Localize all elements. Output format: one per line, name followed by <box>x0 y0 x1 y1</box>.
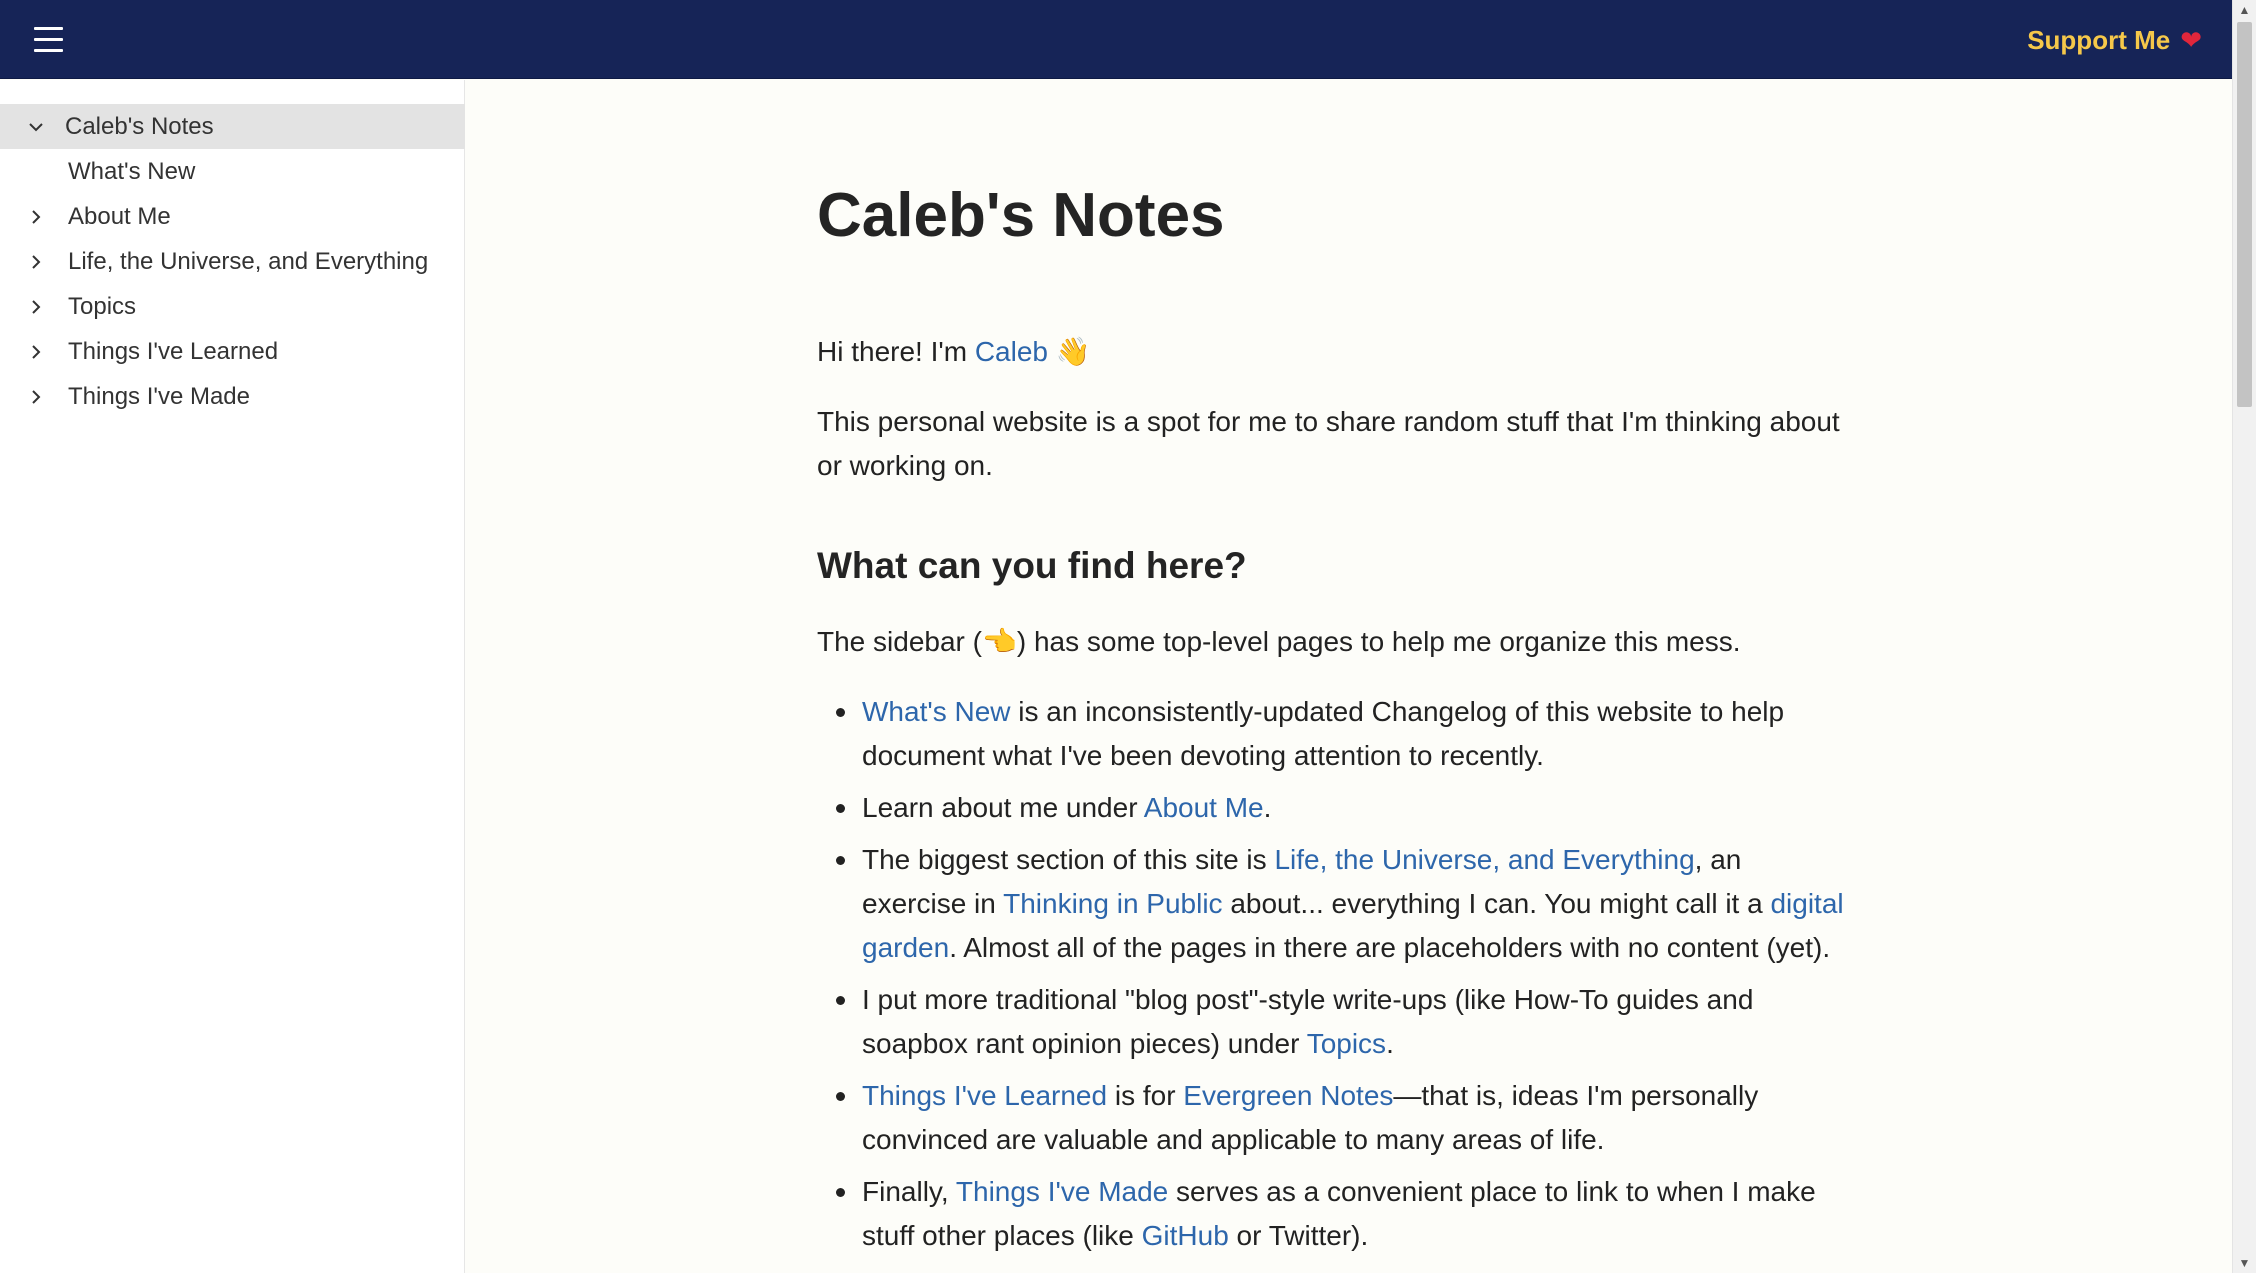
list-item: Finally, Things I've Made serves as a co… <box>836 1170 1852 1258</box>
page-title: Caleb's Notes <box>817 181 1225 250</box>
sidebar-item-topics[interactable]: Topics <box>0 284 465 329</box>
scroll-down-arrow-icon[interactable]: ▼ <box>2233 1253 2256 1273</box>
list-item: Things I've Learned is for Evergreen Not… <box>836 1074 1852 1162</box>
list-item-text: . <box>1263 792 1272 823</box>
sidebar-item-calebs-notes[interactable]: Caleb's Notes <box>0 104 465 149</box>
chevron-right-icon[interactable] <box>26 297 46 317</box>
greeting: Hi there! I'm Caleb 👋 <box>817 330 1091 374</box>
topics-link[interactable]: Topics <box>1307 1028 1386 1059</box>
caleb-link[interactable]: Caleb <box>975 336 1048 367</box>
scrollbar-thumb[interactable] <box>2237 22 2252 407</box>
sidebar-item-label: Topics <box>68 292 137 320</box>
pointing-left-icon: 👈 <box>981 625 1017 658</box>
top-navigation-bar: Support Me ❤ <box>0 0 2232 79</box>
heart-icon: ❤ <box>2180 25 2202 55</box>
sidebar-item-label: Things I've Made <box>68 382 251 410</box>
support-me-label: Support Me <box>2027 24 2171 55</box>
list-item: What's New is an inconsistently-updated … <box>836 690 1852 778</box>
menu-icon-bar <box>33 26 63 30</box>
scroll-up-arrow-icon[interactable]: ▲ <box>2233 0 2256 20</box>
chevron-right-icon[interactable] <box>26 342 46 362</box>
section-heading: What can you find here? <box>817 545 1247 586</box>
intro-paragraph: This personal website is a spot for me t… <box>817 406 1840 481</box>
sidebar-item-label: Caleb's Notes <box>65 112 214 140</box>
sidebar-item-label: About Me <box>68 202 171 230</box>
menu-icon-bar <box>33 48 63 52</box>
life-universe-everything-link[interactable]: Life, the Universe, and Everything <box>1274 844 1694 875</box>
list-item-text: Finally, <box>862 1176 956 1207</box>
sidebar-item-about-me[interactable]: About Me <box>0 194 465 239</box>
list-item-text: about... everything I can. You might cal… <box>1222 888 1771 919</box>
things-ive-made-link[interactable]: Things I've Made <box>956 1176 1168 1207</box>
sidebar-note-text: ) has some top-level pages to help me or… <box>1016 626 1741 657</box>
list-item-text: Learn about me under <box>862 792 1144 823</box>
sidebar-note-text: The sidebar ( <box>817 626 982 657</box>
chevron-right-icon[interactable] <box>26 207 46 227</box>
list-item-text: . Almost all of the pages in there are p… <box>949 932 1831 963</box>
sidebar-item-label: Things I've Learned <box>68 337 279 365</box>
sidebar-item-label: Life, the Universe, and Everything <box>68 247 429 275</box>
list-item-text: is for <box>1107 1080 1184 1111</box>
sidebar-item-things-ive-made[interactable]: Things I've Made <box>0 374 465 419</box>
github-link[interactable]: GitHub <box>1142 1220 1229 1251</box>
hamburger-menu-button[interactable] <box>22 18 74 60</box>
sidebar: Caleb's Notes What's New About Me Life, … <box>0 80 465 1273</box>
menu-icon-bar <box>33 37 63 41</box>
whats-new-link[interactable]: What's New <box>862 696 1011 727</box>
about-me-link[interactable]: About Me <box>1144 792 1264 823</box>
list-item-text: or Twitter). <box>1228 1220 1369 1251</box>
support-me-link[interactable]: Support Me ❤ <box>2027 22 2202 58</box>
list-item-text: . <box>1386 1028 1394 1059</box>
chevron-right-icon[interactable] <box>26 252 46 272</box>
evergreen-notes-link[interactable]: Evergreen Notes <box>1183 1080 1393 1111</box>
feature-list: What's New is an inconsistently-updated … <box>817 690 1852 1266</box>
sidebar-note: The sidebar (👈) has some top-level pages… <box>817 620 1741 664</box>
sidebar-item-things-ive-learned[interactable]: Things I've Learned <box>0 329 465 374</box>
sidebar-item-life-universe-everything[interactable]: Life, the Universe, and Everything <box>0 239 465 284</box>
sidebar-item-label: What's New <box>68 157 196 185</box>
thinking-in-public-link[interactable]: Thinking in Public <box>1003 888 1222 919</box>
list-item-text: The biggest section of this site is <box>862 844 1275 875</box>
list-item: The biggest section of this site is Life… <box>836 838 1852 970</box>
sidebar-item-whats-new[interactable]: What's New <box>0 149 465 194</box>
chevron-right-icon[interactable] <box>26 387 46 407</box>
list-item: Learn about me under About Me. <box>836 786 1852 830</box>
chevron-down-icon[interactable] <box>26 117 46 137</box>
waving-hand-icon: 👋 <box>1055 335 1091 368</box>
page-scrollbar[interactable]: ▲ ▼ <box>2232 0 2256 1273</box>
list-item: I put more traditional "blog post"-style… <box>836 978 1852 1066</box>
things-ive-learned-link[interactable]: Things I've Learned <box>862 1080 1107 1111</box>
greeting-text: Hi there! I'm <box>817 336 975 367</box>
